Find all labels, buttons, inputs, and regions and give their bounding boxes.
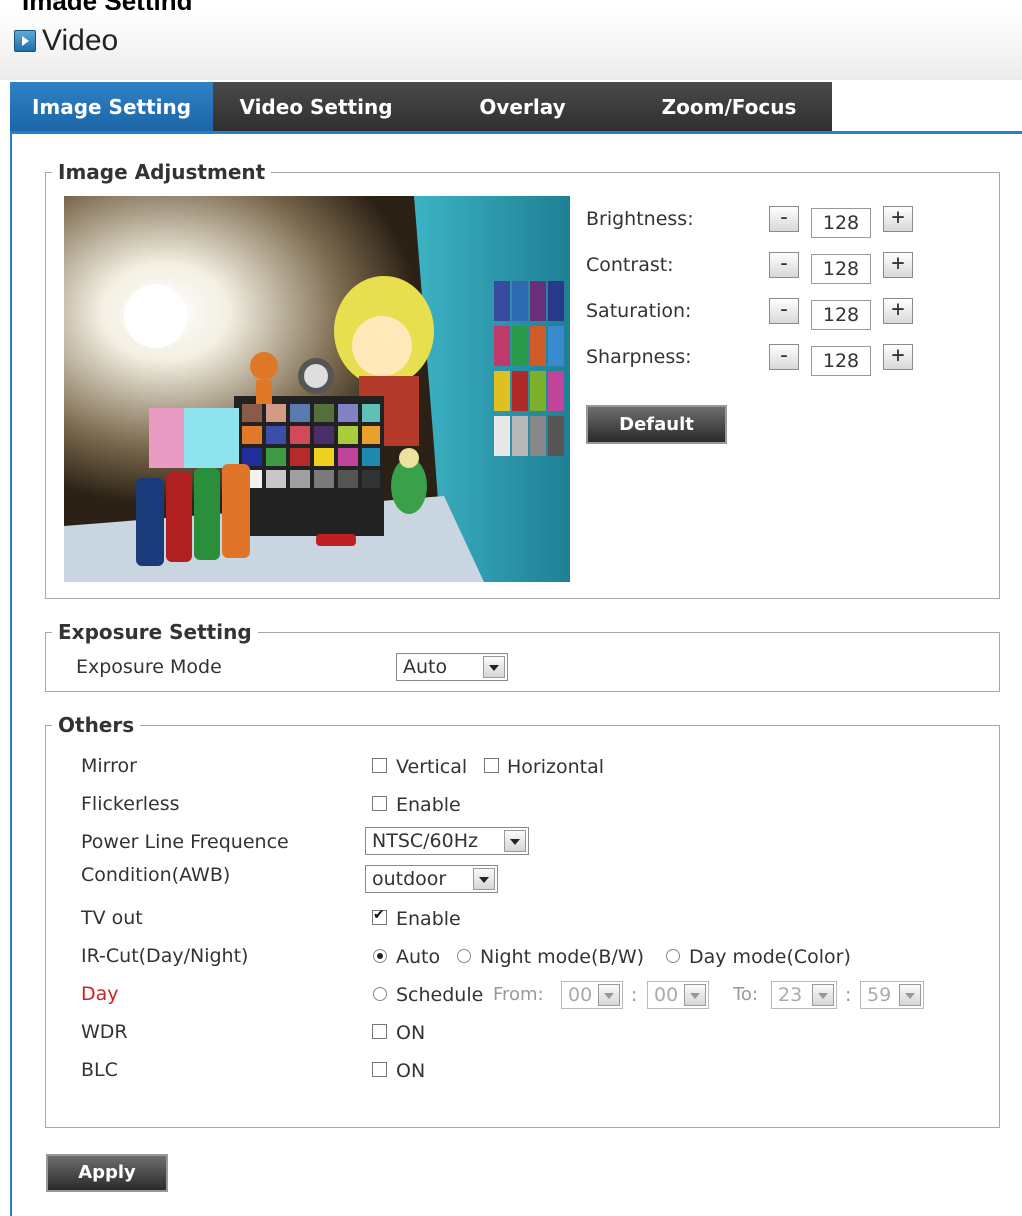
tab-underline: [10, 131, 1022, 134]
contrast-label: Contrast:: [586, 254, 674, 276]
to-label: To:: [733, 984, 759, 1005]
blc-on-label: ON: [396, 1060, 426, 1082]
wdr-on-checkbox[interactable]: [372, 1024, 387, 1039]
sharpness-value[interactable]: 128: [811, 346, 871, 376]
tv-out-enable-label: Enable: [396, 908, 461, 930]
power-line-frequence-label: Power Line Frequence: [81, 831, 289, 853]
tab-bar: Image Setting Video Setting Overlay Zoom…: [10, 82, 832, 133]
tab-overlay[interactable]: Overlay: [419, 82, 626, 133]
mirror-label: Mirror: [81, 755, 137, 777]
condition-awb-select[interactable]: outdoor: [365, 865, 498, 893]
from-hour-value: 00: [568, 984, 593, 1006]
from-minute-value: 00: [654, 984, 679, 1006]
contrast-increase-button[interactable]: +: [883, 252, 913, 278]
to-time-separator: :: [845, 984, 852, 1006]
ir-cut-day-radio[interactable]: [666, 949, 680, 963]
from-time-separator: :: [631, 984, 638, 1006]
contrast-decrease-button[interactable]: -: [769, 252, 799, 278]
mirror-vertical-label: Vertical: [396, 756, 468, 778]
chevron-down-icon: [483, 656, 505, 678]
tv-out-enable-checkbox[interactable]: [372, 907, 387, 925]
exposure-mode-value: Auto: [403, 656, 448, 678]
flickerless-label: Flickerless: [81, 793, 180, 815]
page-title-wrap: Video: [14, 24, 118, 58]
apply-button[interactable]: Apply: [46, 1154, 168, 1192]
wdr-label: WDR: [81, 1021, 128, 1043]
brightness-value[interactable]: 128: [811, 208, 871, 238]
schedule-radio[interactable]: [373, 987, 387, 1001]
blc-on-checkbox[interactable]: [372, 1062, 387, 1077]
saturation-label: Saturation:: [586, 300, 692, 322]
tab-video-setting[interactable]: Video Setting: [213, 82, 419, 133]
sharpness-increase-button[interactable]: +: [883, 344, 913, 370]
tab-zoom-focus[interactable]: Zoom/Focus: [626, 82, 832, 133]
tab-image-setting[interactable]: Image Setting: [10, 82, 213, 133]
to-minute-value: 59: [867, 984, 892, 1006]
others-legend: Others: [58, 713, 135, 737]
chevron-down-icon: [504, 830, 526, 852]
mirror-horizontal-checkbox[interactable]: [484, 758, 499, 773]
to-hour-select[interactable]: 23: [771, 981, 837, 1009]
ir-cut-auto-radio[interactable]: [373, 949, 387, 963]
ir-cut-auto-label: Auto: [396, 946, 441, 968]
to-minute-select[interactable]: 59: [860, 981, 924, 1009]
mirror-horizontal-label: Horizontal: [507, 756, 605, 778]
saturation-value[interactable]: 128: [811, 300, 871, 330]
power-line-frequence-select[interactable]: NTSC/60Hz: [365, 827, 529, 855]
camera-preview-image: [64, 196, 570, 582]
image-adjustment-legend: Image Adjustment: [58, 160, 266, 184]
ir-cut-label: IR-Cut(Day/Night): [81, 945, 249, 967]
ir-cut-night-label: Night mode(B/W): [480, 946, 645, 968]
sharpness-decrease-button[interactable]: -: [769, 344, 799, 370]
brightness-label: Brightness:: [586, 208, 694, 230]
condition-awb-value: outdoor: [372, 868, 447, 890]
ir-cut-day-label: Day mode(Color): [689, 946, 851, 968]
condition-awb-label: Condition(AWB): [81, 864, 231, 886]
ir-cut-night-radio[interactable]: [457, 949, 471, 963]
exposure-mode-label: Exposure Mode: [76, 656, 222, 678]
power-line-frequence-value: NTSC/60Hz: [372, 830, 478, 852]
exposure-mode-select[interactable]: Auto: [396, 653, 508, 681]
chevron-down-icon: [473, 868, 495, 890]
to-hour-value: 23: [778, 984, 803, 1006]
tv-out-label: TV out: [81, 907, 143, 929]
exposure-setting-legend: Exposure Setting: [58, 620, 252, 644]
sharpness-label: Sharpness:: [586, 346, 692, 368]
flickerless-enable-checkbox[interactable]: [372, 796, 387, 811]
default-button[interactable]: Default: [586, 405, 727, 444]
saturation-increase-button[interactable]: +: [883, 298, 913, 324]
blc-label: BLC: [81, 1059, 118, 1081]
camera-preview: [64, 196, 570, 582]
chevron-down-icon: [812, 984, 834, 1006]
chevron-down-icon: [598, 984, 620, 1006]
schedule-label: Schedule: [396, 984, 484, 1006]
from-minute-select[interactable]: 00: [647, 981, 709, 1009]
flickerless-enable-label: Enable: [396, 794, 461, 816]
mirror-vertical-checkbox[interactable]: [372, 758, 387, 773]
page-header: Video: [0, 10, 1022, 80]
brightness-increase-button[interactable]: +: [883, 206, 913, 232]
from-label: From:: [493, 984, 544, 1005]
arrow-right-icon: [14, 30, 36, 52]
saturation-decrease-button[interactable]: -: [769, 298, 799, 324]
brightness-decrease-button[interactable]: -: [769, 206, 799, 232]
chevron-down-icon: [899, 984, 921, 1006]
contrast-value[interactable]: 128: [811, 254, 871, 284]
page-title: Video: [42, 24, 119, 57]
day-label: Day: [81, 983, 119, 1005]
from-hour-select[interactable]: 00: [561, 981, 623, 1009]
chevron-down-icon: [684, 984, 706, 1006]
wdr-on-label: ON: [396, 1022, 426, 1044]
content-left-border: [10, 134, 12, 1216]
